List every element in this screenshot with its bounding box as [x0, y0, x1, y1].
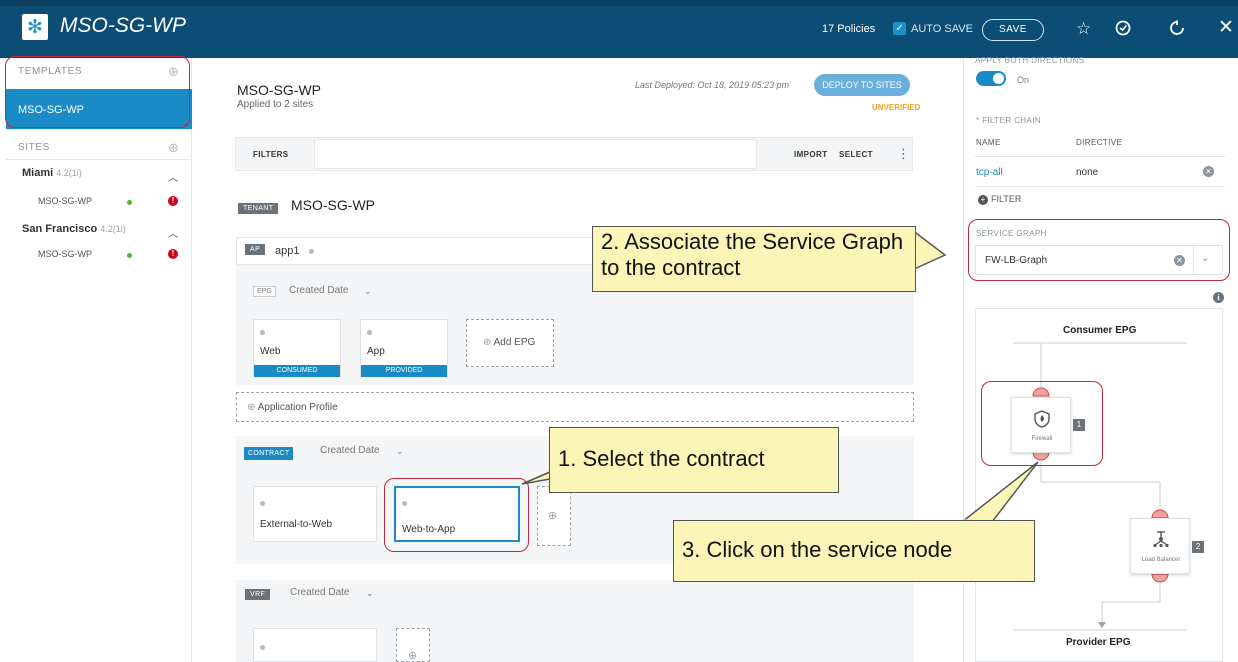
- epg-role: PROVIDED: [361, 365, 447, 377]
- add-site-icon[interactable]: ⊕: [168, 140, 179, 156]
- policies-count[interactable]: 17 Policies: [822, 23, 875, 35]
- contract-sort[interactable]: Created Date: [320, 445, 379, 456]
- add-icon: ⊕: [548, 510, 558, 522]
- contract-tag: CONTRACT: [244, 447, 294, 460]
- filters-label: FILTERS: [253, 150, 289, 159]
- close-icon[interactable]: ✕: [1218, 18, 1234, 37]
- ap-status-dot: [309, 249, 314, 254]
- status-badge: UNVERIFIED: [872, 103, 921, 112]
- status-ok-icon: [127, 253, 132, 258]
- annotation-step-1: 1. Select the contract: [549, 427, 839, 493]
- error-icon: !: [168, 196, 178, 206]
- autosave-checkbox[interactable]: ✓: [893, 22, 906, 35]
- save-button[interactable]: SAVE: [982, 19, 1044, 41]
- epg-tag: EPG: [253, 286, 276, 297]
- site-sf-template[interactable]: MSO-SG-WP: [38, 249, 92, 259]
- epg-role: CONSUMED: [254, 365, 340, 377]
- provider-epg-label: Provider EPG: [1066, 637, 1131, 648]
- epg-name: Web: [260, 346, 281, 357]
- divider: [975, 186, 1225, 187]
- tenant-name: MSO-SG-WP: [291, 197, 375, 213]
- chevron-up-icon[interactable]: ︿: [168, 225, 178, 240]
- app-logo-icon: ✻: [22, 14, 48, 40]
- contract-card-external-to-web[interactable]: External-to-Web: [253, 486, 377, 542]
- status-ok-icon: [127, 200, 132, 205]
- app-title: MSO-SG-WP: [60, 14, 186, 37]
- chevron-up-icon[interactable]: ︿: [168, 169, 178, 184]
- add-epg-label: ⊕ Add EPG: [483, 337, 536, 348]
- info-icon[interactable]: i: [1213, 292, 1224, 303]
- add-icon: ⊕: [483, 337, 494, 348]
- application-profile-label: ⊕ Application Profile: [247, 402, 338, 413]
- service-graph-value: FW-LB-Graph: [985, 255, 1048, 266]
- page-subtitle: Applied to 2 sites: [237, 99, 314, 110]
- page-title: MSO-SG-WP: [237, 82, 321, 98]
- chevron-down-icon[interactable]: ⌄: [366, 588, 374, 599]
- vrf-card[interactable]: [253, 628, 377, 662]
- annotation-step-2: 2. Associate the Service Graph to the co…: [592, 226, 916, 292]
- select-button[interactable]: SELECT: [839, 150, 873, 159]
- annotation-step-3: 3. Click on the service node: [673, 520, 1035, 582]
- site-miami-template[interactable]: MSO-SG-WP: [38, 196, 92, 206]
- more-icon[interactable]: ⋮: [897, 146, 910, 162]
- card-dot: [260, 645, 265, 650]
- add-icon: ⊕: [408, 650, 418, 662]
- error-icon: !: [168, 249, 178, 259]
- epg-card-app[interactable]: App PROVIDED: [360, 319, 448, 377]
- col-directive: DIRECTIVE: [1076, 138, 1123, 147]
- service-graph-diagram: [975, 308, 1223, 662]
- contract-name: External-to-Web: [260, 519, 333, 530]
- toggle-label: On: [1017, 75, 1030, 85]
- card-dot: [260, 330, 265, 335]
- filter-directive[interactable]: none: [1076, 167, 1098, 178]
- service-graph-label: SERVICE GRAPH: [976, 229, 1047, 238]
- chevron-down-icon[interactable]: ⌄: [364, 286, 372, 297]
- autosave-label: AUTO SAVE: [911, 23, 973, 35]
- node-caption: Load Balancer: [1141, 557, 1181, 563]
- ap-tag: AP: [245, 244, 266, 255]
- divider: [6, 129, 192, 130]
- card-dot: [367, 330, 372, 335]
- check-circle-icon[interactable]: [1114, 19, 1132, 40]
- refresh-icon[interactable]: [1168, 19, 1186, 40]
- vrf-sort[interactable]: Created Date: [290, 587, 349, 598]
- clear-icon[interactable]: ✕: [1174, 255, 1185, 266]
- toggle-knob[interactable]: [992, 72, 1005, 85]
- import-button[interactable]: IMPORT: [794, 150, 828, 159]
- load-balancer-icon: [1152, 530, 1170, 553]
- consumer-epg-label: Consumer EPG: [1063, 325, 1137, 336]
- chevron-down-icon[interactable]: ⌄: [1201, 253, 1209, 264]
- filters-input[interactable]: [314, 139, 757, 169]
- sites-header: SITES: [18, 142, 50, 153]
- site-miami[interactable]: Miami 4.2(1i): [22, 167, 82, 179]
- load-balancer-node[interactable]: Load Balancer: [1130, 518, 1190, 574]
- deploy-button[interactable]: DEPLOY TO SITES: [814, 74, 910, 96]
- epg-card-web[interactable]: Web CONSUMED: [253, 319, 341, 377]
- star-icon[interactable]: ☆: [1076, 20, 1091, 37]
- contract-highlight: [384, 478, 529, 552]
- ap-name[interactable]: app1: [275, 245, 299, 257]
- add-filter-button[interactable]: + FILTER: [978, 194, 1021, 205]
- filter-chain-label: * FILTER CHAIN: [976, 116, 1042, 125]
- node-index: 2: [1192, 541, 1204, 553]
- templates-highlight: [5, 56, 190, 128]
- filter-name-link[interactable]: tcp-all: [976, 167, 1003, 178]
- apply-both-label: APPLY BOTH DIRECTIONS: [975, 56, 1085, 65]
- divider: [6, 159, 192, 160]
- firewall-highlight: [981, 381, 1103, 466]
- remove-filter-icon[interactable]: ✕: [1203, 166, 1214, 177]
- chevron-down-icon[interactable]: ⌄: [396, 446, 404, 457]
- epg-name: App: [367, 346, 385, 357]
- divider: [1193, 245, 1194, 275]
- add-icon: ⊕: [247, 402, 258, 413]
- last-deployed: Last Deployed: Oct 18, 2019 05:23 pm: [635, 80, 790, 90]
- card-dot: [260, 501, 265, 506]
- divider: [975, 156, 1225, 157]
- col-name: NAME: [976, 138, 1001, 147]
- vrf-tag: VRF: [245, 589, 271, 600]
- plus-icon: +: [978, 195, 988, 205]
- tenant-tag: TENANT: [238, 203, 279, 214]
- site-san-francisco[interactable]: San Francisco 4.2(1i): [22, 223, 126, 235]
- epg-sort[interactable]: Created Date: [289, 285, 348, 296]
